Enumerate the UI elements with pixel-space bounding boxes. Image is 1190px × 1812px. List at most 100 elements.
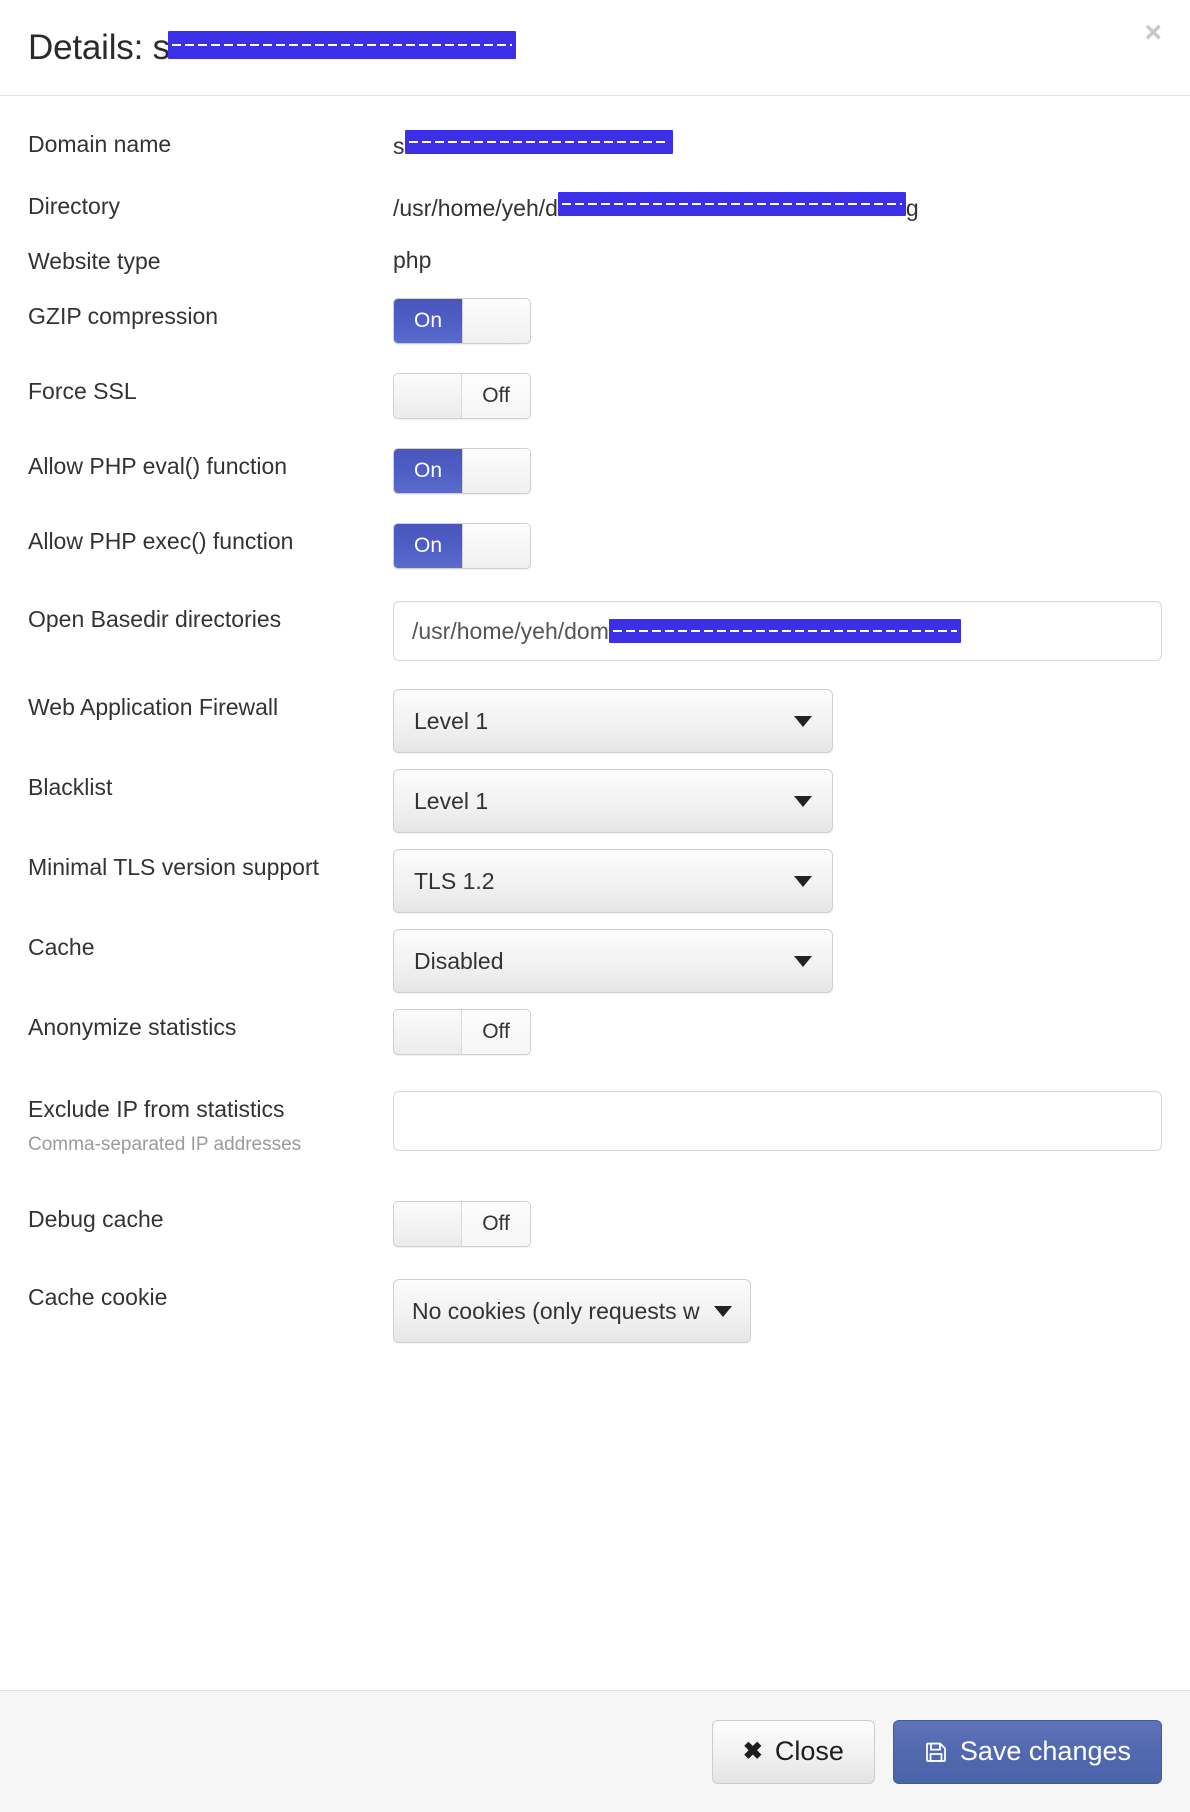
label-php-exec: Allow PHP exec() function <box>28 528 294 554</box>
toggle-on-label: On <box>394 299 462 343</box>
row-force-ssl: Force SSL Off <box>28 373 1162 448</box>
label-directory: Directory <box>28 193 121 219</box>
website-type-value: php <box>393 247 432 273</box>
modal-title-prefix: Details: s <box>28 27 170 67</box>
floppy-save-icon <box>924 1740 948 1764</box>
row-debug-cache: Debug cache Off <box>28 1201 1162 1279</box>
close-button-label: Close <box>774 1736 844 1766</box>
toggle-gzip-compression[interactable]: On <box>393 298 531 344</box>
row-php-exec: Allow PHP exec() function On <box>28 523 1162 601</box>
chevron-down-icon <box>794 955 812 967</box>
row-cache: Cache Disabled <box>28 929 1162 1009</box>
row-waf: Web Application Firewall Level 1 <box>28 689 1162 769</box>
row-blacklist: Blacklist Level 1 <box>28 769 1162 849</box>
toggle-off-label: Off <box>462 1010 530 1054</box>
domain-name-prefix: s <box>393 133 405 159</box>
control-gzip-compression: On <box>393 298 1162 349</box>
directory-suffix: g <box>905 195 919 221</box>
save-button-label: Save changes <box>959 1736 1131 1766</box>
toggle-debug-cache[interactable]: Off <box>393 1201 531 1247</box>
row-php-eval: Allow PHP eval() function On <box>28 448 1162 523</box>
page-title: Details: sample-domain-placeholder-redac… <box>28 28 516 68</box>
modal-header: Details: sample-domain-placeholder-redac… <box>0 0 1190 96</box>
redacted-directory: omains-redacted-path-segment-here <box>557 192 906 216</box>
label-blacklist: Blacklist <box>28 774 113 800</box>
chevron-down-icon <box>794 875 812 887</box>
save-changes-button[interactable]: Save changes <box>892 1719 1162 1784</box>
toggle-knob <box>394 1202 462 1246</box>
modal-body: Domain name sample-redacted-domain-name.… <box>0 96 1190 1690</box>
row-directory: Directory /usr/home/yeh/domains-redacted… <box>28 188 1162 243</box>
row-exclude-ip: Exclude IP from statistics Comma-separat… <box>28 1091 1162 1201</box>
select-cache-value: Disabled <box>414 947 504 974</box>
label-exclude-ip: Exclude IP from statistics Comma-separat… <box>28 1091 393 1157</box>
label-website-type: Website type <box>28 248 161 274</box>
toggle-on-label: On <box>394 524 462 568</box>
control-exclude-ip <box>393 1091 1162 1151</box>
control-blacklist: Level 1 <box>393 769 1162 833</box>
label-cache: Cache <box>28 934 95 960</box>
open-basedir-prefix: /usr/home/yeh/dom <box>412 617 609 644</box>
select-waf-value: Level 1 <box>414 707 489 734</box>
row-gzip-compression: GZIP compression On <box>28 298 1162 373</box>
toggle-knob <box>462 449 530 493</box>
toggle-force-ssl[interactable]: Off <box>393 373 531 419</box>
value-domain-name: sample-redacted-domain-name.tld <box>393 126 1162 160</box>
row-open-basedir: Open Basedir directories /usr/home/yeh/d… <box>28 601 1162 689</box>
control-debug-cache: Off <box>393 1201 1162 1252</box>
select-waf[interactable]: Level 1 <box>393 689 833 753</box>
label-open-basedir: Open Basedir directories <box>28 606 282 632</box>
label-debug-cache: Debug cache <box>28 1206 164 1232</box>
exclude-ip-input[interactable] <box>393 1091 1162 1151</box>
row-cache-cookie: Cache cookie No cookies (only requests w <box>28 1279 1162 1359</box>
directory-prefix: /usr/home/yeh/d <box>393 195 558 221</box>
directory-value: /usr/home/yeh/domains-redacted-path-segm… <box>393 188 1162 222</box>
select-min-tls-value: TLS 1.2 <box>414 867 495 894</box>
toggle-knob <box>394 1010 462 1054</box>
exclude-ip-hint: Comma-separated IP addresses <box>28 1133 302 1155</box>
label-gzip-compression: GZIP compression <box>28 303 219 329</box>
label-force-ssl: Force SSL <box>28 378 137 404</box>
row-min-tls: Minimal TLS version support TLS 1.2 <box>28 849 1162 929</box>
label-domain-name: Domain name <box>28 131 172 157</box>
toggle-anonymize-statistics[interactable]: Off <box>393 1009 531 1055</box>
select-cache[interactable]: Disabled <box>393 929 833 993</box>
control-min-tls: TLS 1.2 <box>393 849 1162 913</box>
control-cache-cookie: No cookies (only requests w <box>393 1279 1162 1343</box>
row-domain-name: Domain name sample-redacted-domain-name.… <box>28 126 1162 188</box>
redacted-title-text: ample-domain-placeholder-redacted <box>167 30 516 59</box>
value-website-type: php <box>393 243 1162 274</box>
redacted-domain-name: ample-redacted-domain-name.tld <box>404 130 673 154</box>
control-waf: Level 1 <box>393 689 1162 753</box>
chevron-down-icon <box>794 795 812 807</box>
toggle-php-exec[interactable]: On <box>393 523 531 569</box>
open-basedir-input[interactable]: /usr/home/yeh/domains-redacted-basedir-p… <box>393 601 1162 661</box>
control-anonymize-statistics: Off <box>393 1009 1162 1060</box>
toggle-knob <box>462 299 530 343</box>
toggle-on-label: On <box>394 449 462 493</box>
select-blacklist[interactable]: Level 1 <box>393 769 833 833</box>
chevron-down-icon <box>713 1305 732 1317</box>
close-button[interactable]: ✖ Close <box>711 1719 875 1784</box>
select-min-tls[interactable]: TLS 1.2 <box>393 849 833 913</box>
domain-name-value: sample-redacted-domain-name.tld <box>393 126 1162 160</box>
toggle-php-eval[interactable]: On <box>393 448 531 494</box>
toggle-knob <box>462 524 530 568</box>
cross-icon: ✖ <box>742 1737 763 1765</box>
control-force-ssl: Off <box>393 373 1162 424</box>
select-cache-cookie-value: No cookies (only requests w <box>412 1297 700 1324</box>
select-cache-cookie[interactable]: No cookies (only requests w <box>393 1279 751 1343</box>
label-anonymize-statistics: Anonymize statistics <box>28 1014 237 1040</box>
close-icon[interactable]: × <box>1144 18 1162 48</box>
control-php-eval: On <box>393 448 1162 499</box>
chevron-down-icon <box>794 715 812 727</box>
control-open-basedir: /usr/home/yeh/domains-redacted-basedir-p… <box>393 601 1162 661</box>
value-directory: /usr/home/yeh/domains-redacted-path-segm… <box>393 188 1162 222</box>
details-modal: Details: sample-domain-placeholder-redac… <box>0 0 1190 1812</box>
toggle-knob <box>394 374 462 418</box>
redacted-open-basedir: ains-redacted-basedir-path-listing <box>608 619 961 643</box>
label-waf: Web Application Firewall <box>28 694 279 720</box>
label-min-tls: Minimal TLS version support <box>28 854 320 880</box>
toggle-off-label: Off <box>462 374 530 418</box>
label-php-eval: Allow PHP eval() function <box>28 453 288 479</box>
